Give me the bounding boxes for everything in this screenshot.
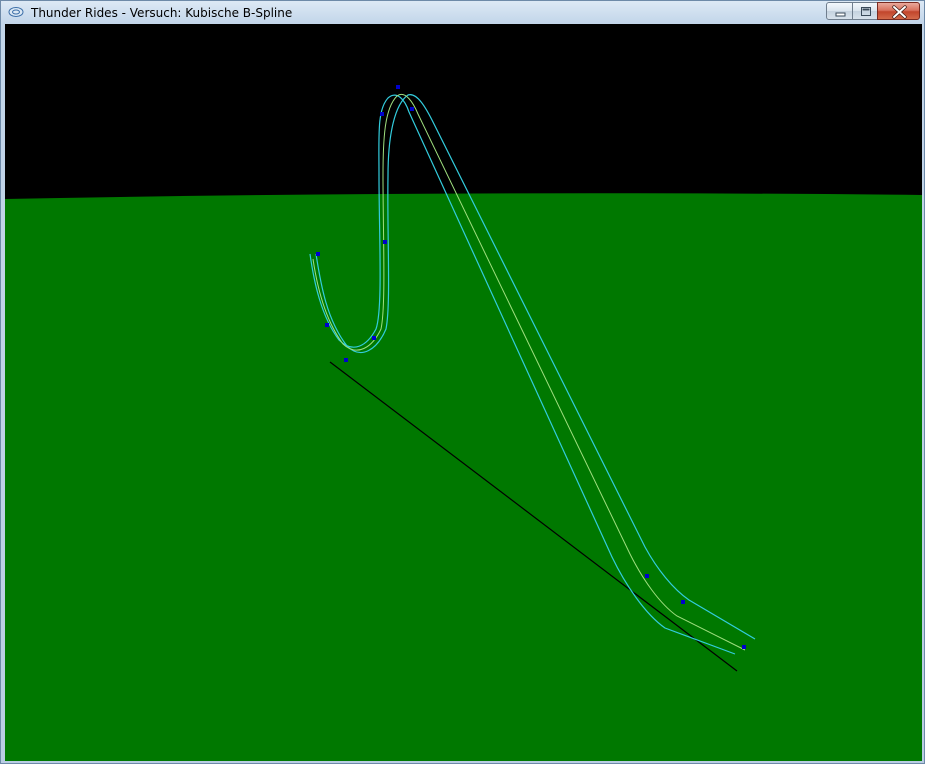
- control-point[interactable]: [645, 574, 649, 578]
- control-point[interactable]: [380, 112, 384, 116]
- opengl-viewport[interactable]: [5, 24, 922, 761]
- control-point[interactable]: [325, 323, 329, 327]
- minimize-icon: [835, 12, 846, 17]
- window-title: Thunder Rides - Versuch: Kubische B-Spli…: [31, 6, 293, 20]
- control-point[interactable]: [396, 85, 400, 89]
- maximize-button[interactable]: [852, 2, 878, 20]
- control-point[interactable]: [383, 240, 387, 244]
- close-button[interactable]: [877, 2, 920, 20]
- opengl-app-icon: [8, 6, 24, 18]
- control-point[interactable]: [742, 645, 746, 649]
- app-window: Thunder Rides - Versuch: Kubische B-Spli…: [0, 0, 925, 764]
- ground-plane: [5, 193, 922, 761]
- control-point[interactable]: [681, 600, 685, 604]
- scene-canvas[interactable]: [5, 24, 922, 761]
- close-icon: [892, 5, 907, 19]
- control-point[interactable]: [410, 107, 414, 111]
- control-point[interactable]: [372, 336, 376, 340]
- maximize-icon: [861, 7, 871, 16]
- control-point[interactable]: [344, 358, 348, 362]
- minimize-button[interactable]: [826, 2, 853, 20]
- control-point[interactable]: [316, 252, 320, 256]
- title-bar[interactable]: Thunder Rides - Versuch: Kubische B-Spli…: [1, 1, 924, 25]
